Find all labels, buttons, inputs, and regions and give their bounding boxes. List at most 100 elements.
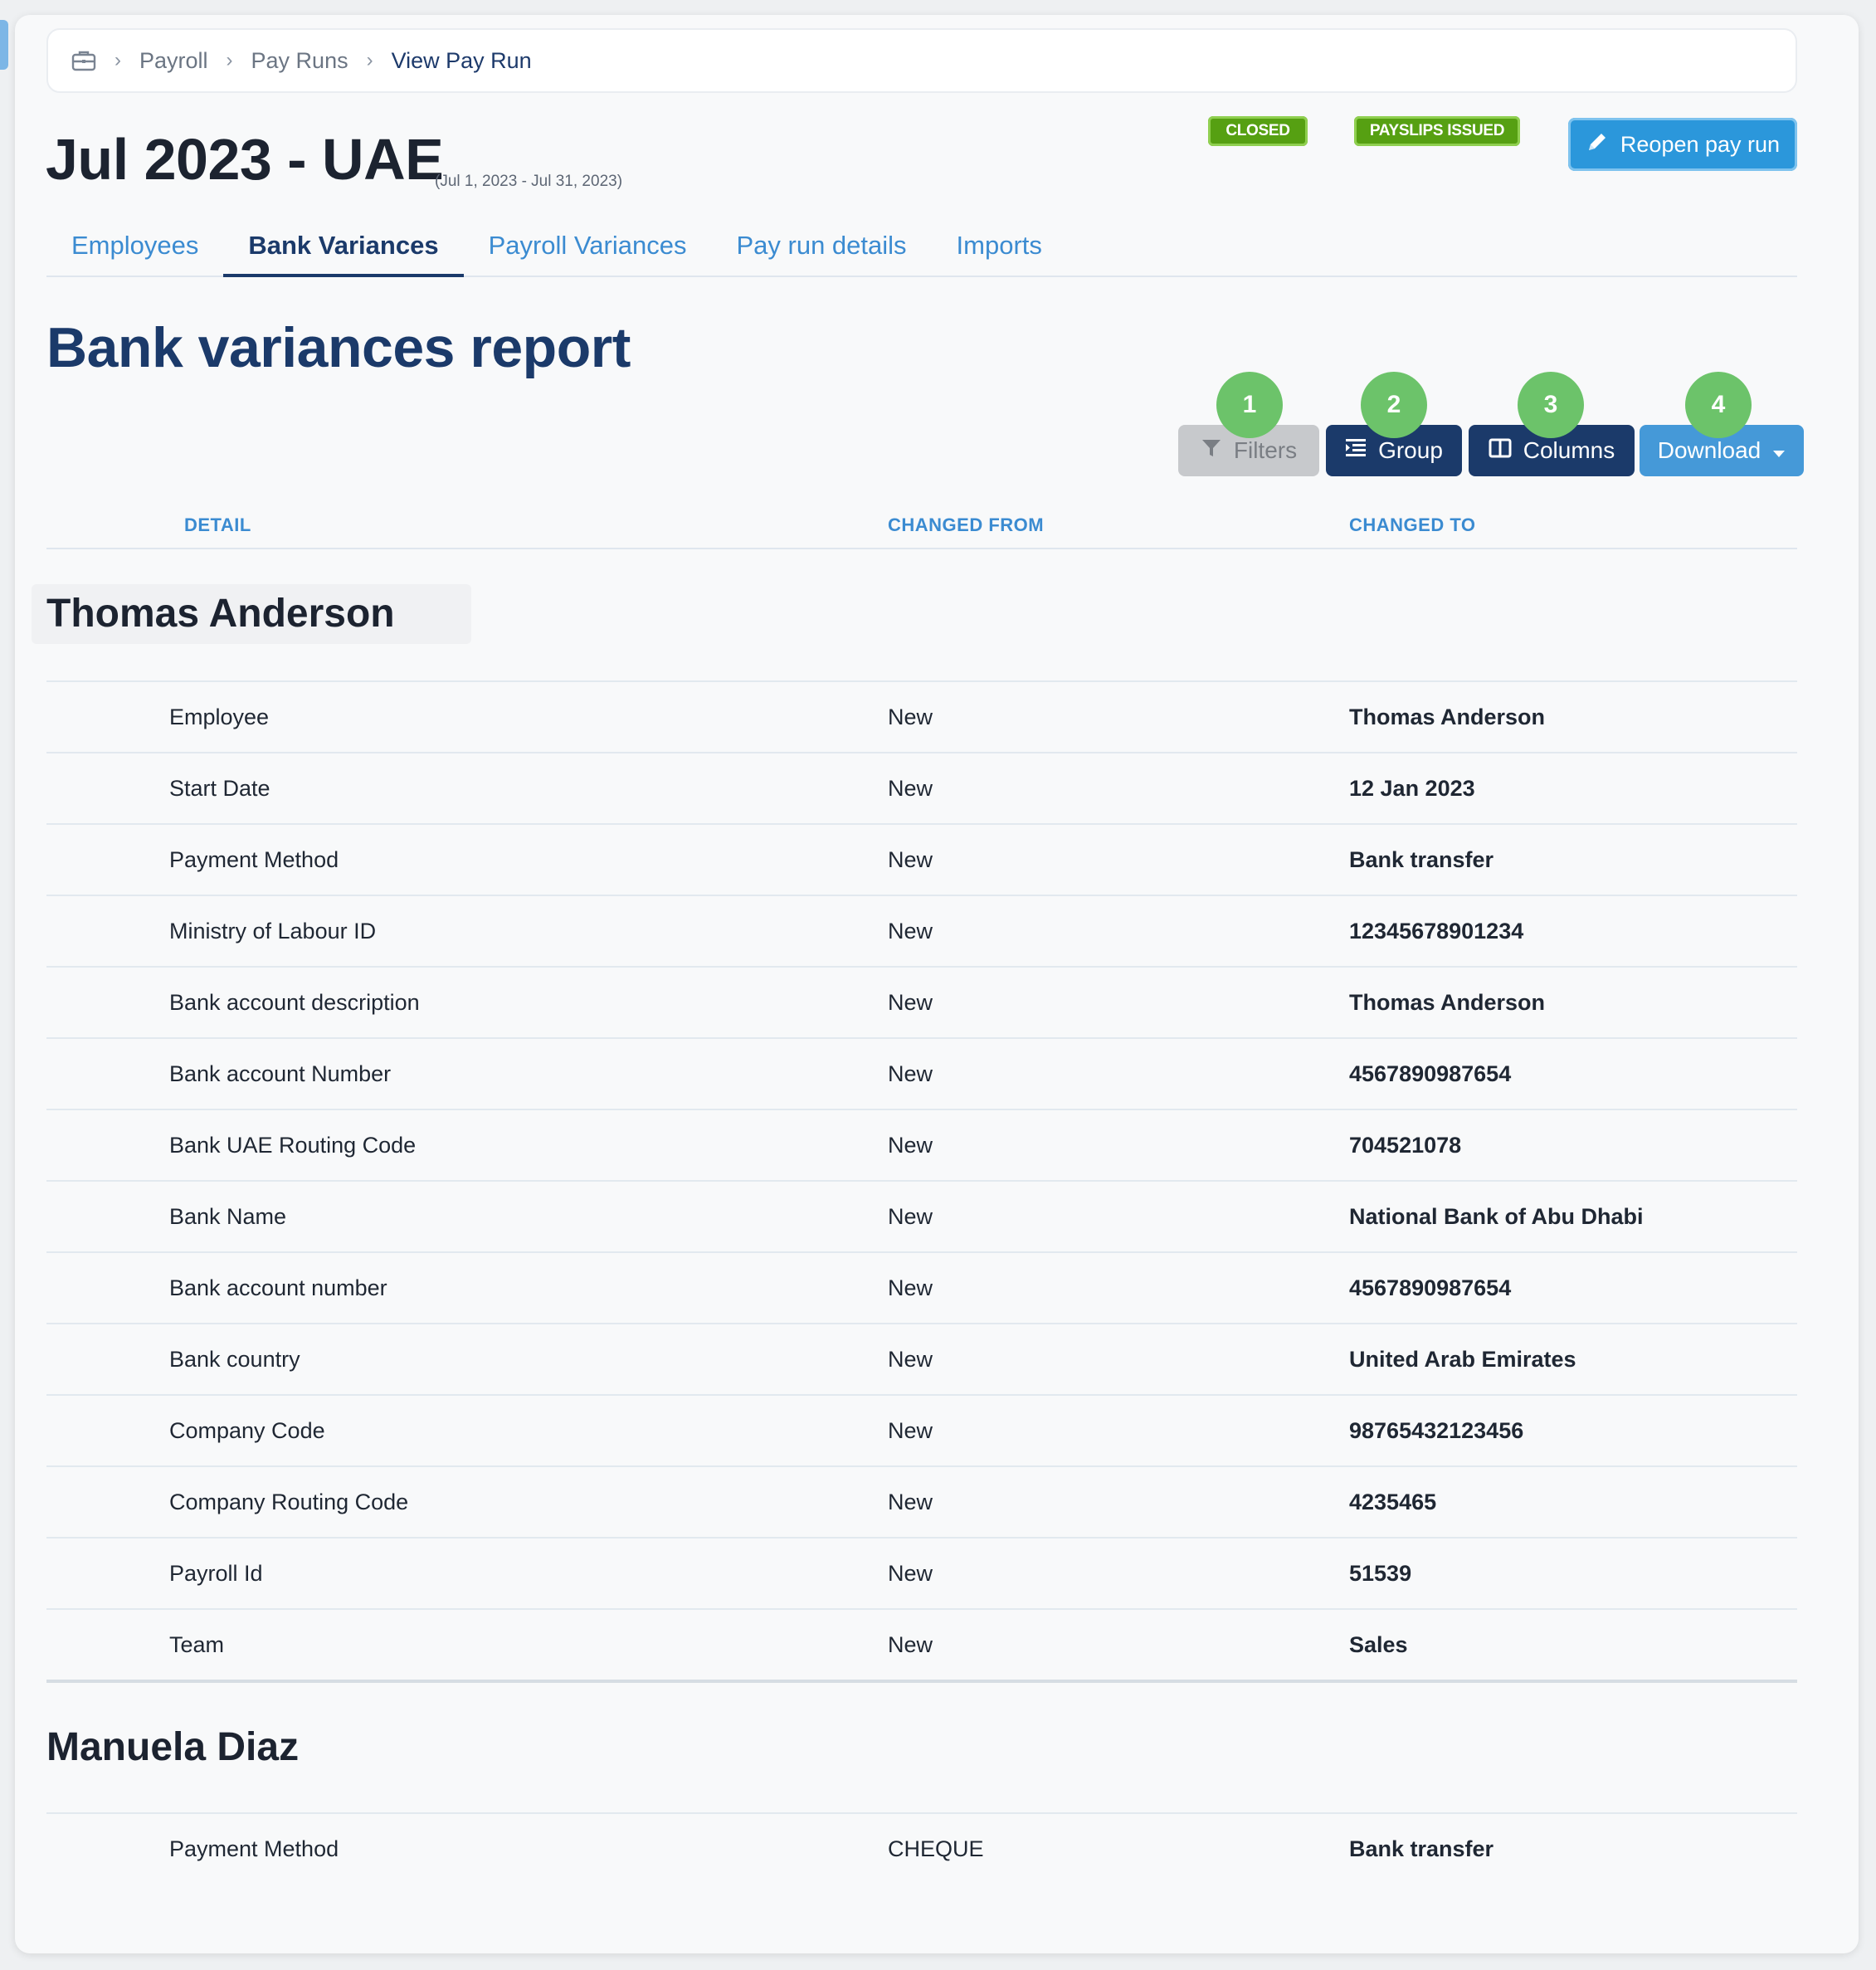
group-label: Group bbox=[1378, 437, 1443, 463]
table-row: Employee New Thomas Anderson bbox=[46, 680, 1797, 752]
cell-changed-from: New bbox=[888, 990, 933, 1015]
date-range: (Jul 1, 2023 - Jul 31, 2023) bbox=[435, 173, 623, 190]
cell-changed-to: 12 Jan 2023 bbox=[1349, 776, 1475, 801]
briefcase-icon[interactable] bbox=[71, 50, 96, 71]
cell-changed-to: 4567890987654 bbox=[1349, 1061, 1512, 1086]
cell-detail: Employee bbox=[169, 705, 270, 729]
cell-detail: Start Date bbox=[169, 776, 270, 801]
tab-pay-run-details[interactable]: Pay run details bbox=[711, 216, 931, 276]
status-badge-closed: CLOSED bbox=[1208, 116, 1308, 146]
cell-detail: Company Routing Code bbox=[169, 1490, 409, 1514]
cell-changed-from: New bbox=[888, 1133, 933, 1158]
cell-detail: Bank account Number bbox=[169, 1061, 392, 1086]
callout-marker-2: 2 bbox=[1361, 372, 1427, 438]
cell-changed-to: Thomas Anderson bbox=[1349, 705, 1546, 729]
callout-marker-3: 3 bbox=[1518, 372, 1584, 438]
table-row: Company Code New 98765432123456 bbox=[46, 1394, 1797, 1465]
column-header-detail[interactable]: DETAIL bbox=[184, 514, 251, 536]
cell-changed-to: Thomas Anderson bbox=[1349, 990, 1546, 1015]
cell-changed-to: 4235465 bbox=[1349, 1490, 1437, 1514]
cell-changed-from: New bbox=[888, 1561, 933, 1586]
cell-detail: Bank account description bbox=[169, 990, 420, 1015]
filter-icon bbox=[1201, 437, 1222, 465]
table-row: Bank UAE Routing Code New 704521078 bbox=[46, 1109, 1797, 1180]
cell-changed-to: United Arab Emirates bbox=[1349, 1347, 1576, 1372]
table-row: Payment Method New Bank transfer bbox=[46, 823, 1797, 895]
cell-detail: Bank UAE Routing Code bbox=[169, 1133, 417, 1158]
callout-marker-4: 4 bbox=[1685, 372, 1752, 438]
chevron-right-icon: › bbox=[115, 49, 121, 71]
window-edge-tab bbox=[0, 20, 8, 70]
columns-label: Columns bbox=[1523, 437, 1615, 463]
cell-changed-to: Bank transfer bbox=[1349, 847, 1494, 872]
indent-list-icon bbox=[1345, 437, 1367, 464]
table-row: Bank country New United Arab Emirates bbox=[46, 1323, 1797, 1394]
tab-bank-variances[interactable]: Bank Variances bbox=[223, 216, 464, 277]
cell-changed-to: 12345678901234 bbox=[1349, 919, 1524, 944]
employee-group-name: Thomas Anderson bbox=[32, 584, 471, 644]
chevron-right-icon: › bbox=[226, 49, 233, 71]
cell-detail: Company Code bbox=[169, 1418, 325, 1443]
column-header-changed-from[interactable]: CHANGED FROM bbox=[888, 514, 1044, 536]
tab-employees[interactable]: Employees bbox=[46, 216, 223, 276]
breadcrumb-payroll[interactable]: Payroll bbox=[139, 48, 208, 74]
cell-changed-to: National Bank of Abu Dhabi bbox=[1349, 1204, 1644, 1229]
employee-group-name: Manuela Diaz bbox=[46, 1725, 300, 1769]
page-title: Jul 2023 - UAE bbox=[46, 127, 444, 192]
cell-detail: Payment Method bbox=[169, 1836, 339, 1861]
cell-detail: Bank country bbox=[169, 1347, 300, 1372]
cell-detail: Payment Method bbox=[169, 847, 339, 872]
table-row: Payment Method CHEQUE Bank transfer bbox=[46, 1812, 1797, 1884]
cell-changed-to: 51539 bbox=[1349, 1561, 1412, 1586]
employee-variance-table: Payment Method CHEQUE Bank transfer bbox=[46, 1812, 1797, 1884]
reopen-pay-run-button[interactable]: Reopen pay run bbox=[1568, 118, 1797, 171]
cell-changed-from: CHEQUE bbox=[888, 1836, 984, 1861]
cell-changed-to: 98765432123456 bbox=[1349, 1418, 1524, 1443]
cell-changed-from: New bbox=[888, 1490, 933, 1514]
cell-detail: Bank Name bbox=[169, 1204, 287, 1229]
cell-changed-from: New bbox=[888, 1061, 933, 1086]
cell-changed-from: New bbox=[888, 847, 933, 872]
columns-icon bbox=[1489, 437, 1512, 464]
table-row: Start Date New 12 Jan 2023 bbox=[46, 752, 1797, 823]
table-row: Bank account Number New 4567890987654 bbox=[46, 1037, 1797, 1109]
callout-marker-1: 1 bbox=[1216, 372, 1283, 438]
cell-changed-from: New bbox=[888, 705, 933, 729]
breadcrumb-view-pay-run[interactable]: View Pay Run bbox=[392, 48, 532, 74]
cell-changed-from: New bbox=[888, 1347, 933, 1372]
breadcrumb: › Payroll › Pay Runs › View Pay Run bbox=[46, 28, 1797, 93]
reopen-pay-run-label: Reopen pay run bbox=[1620, 131, 1781, 157]
table-row: Bank account number New 4567890987654 bbox=[46, 1251, 1797, 1323]
column-header-changed-to[interactable]: CHANGED TO bbox=[1349, 514, 1476, 536]
tab-imports[interactable]: Imports bbox=[932, 216, 1067, 276]
cell-changed-to: Bank transfer bbox=[1349, 1836, 1494, 1861]
cell-detail: Ministry of Labour ID bbox=[169, 919, 377, 944]
employee-variance-table: Employee New Thomas Anderson Start Date New… bbox=[46, 680, 1797, 1683]
caret-down-icon bbox=[1772, 437, 1786, 464]
table-row: Bank account description New Thomas Anders… bbox=[46, 966, 1797, 1037]
pencil-icon bbox=[1586, 130, 1609, 159]
cell-changed-from: New bbox=[888, 776, 933, 801]
filters-label: Filters bbox=[1233, 437, 1298, 463]
cell-changed-from: New bbox=[888, 1275, 933, 1300]
cell-changed-from: New bbox=[888, 1418, 933, 1443]
cell-changed-from: New bbox=[888, 1204, 933, 1229]
cell-changed-to: 704521078 bbox=[1349, 1133, 1462, 1158]
download-label: Download bbox=[1657, 437, 1761, 463]
chevron-right-icon: › bbox=[366, 49, 373, 71]
table-row: Company Routing Code New 4235465 bbox=[46, 1465, 1797, 1537]
cell-changed-from: New bbox=[888, 919, 933, 944]
breadcrumb-pay-runs[interactable]: Pay Runs bbox=[251, 48, 348, 74]
cell-detail: Bank account number bbox=[169, 1275, 387, 1300]
cell-changed-to: Sales bbox=[1349, 1632, 1408, 1657]
cell-changed-from: New bbox=[888, 1632, 933, 1657]
tab-bar: Employees Bank Variances Payroll Varianc… bbox=[46, 216, 1797, 277]
table-row: Bank Name New National Bank of Abu Dhabi bbox=[46, 1180, 1797, 1251]
status-badge-payslips-issued: PAYSLIPS ISSUED bbox=[1354, 116, 1520, 146]
table-row: Payroll Id New 51539 bbox=[46, 1537, 1797, 1608]
tab-payroll-variances[interactable]: Payroll Variances bbox=[464, 216, 712, 276]
cell-changed-to: 4567890987654 bbox=[1349, 1275, 1512, 1300]
header-divider bbox=[46, 548, 1797, 549]
table-row: Team New Sales bbox=[46, 1608, 1797, 1680]
cell-detail: Payroll Id bbox=[169, 1561, 263, 1586]
